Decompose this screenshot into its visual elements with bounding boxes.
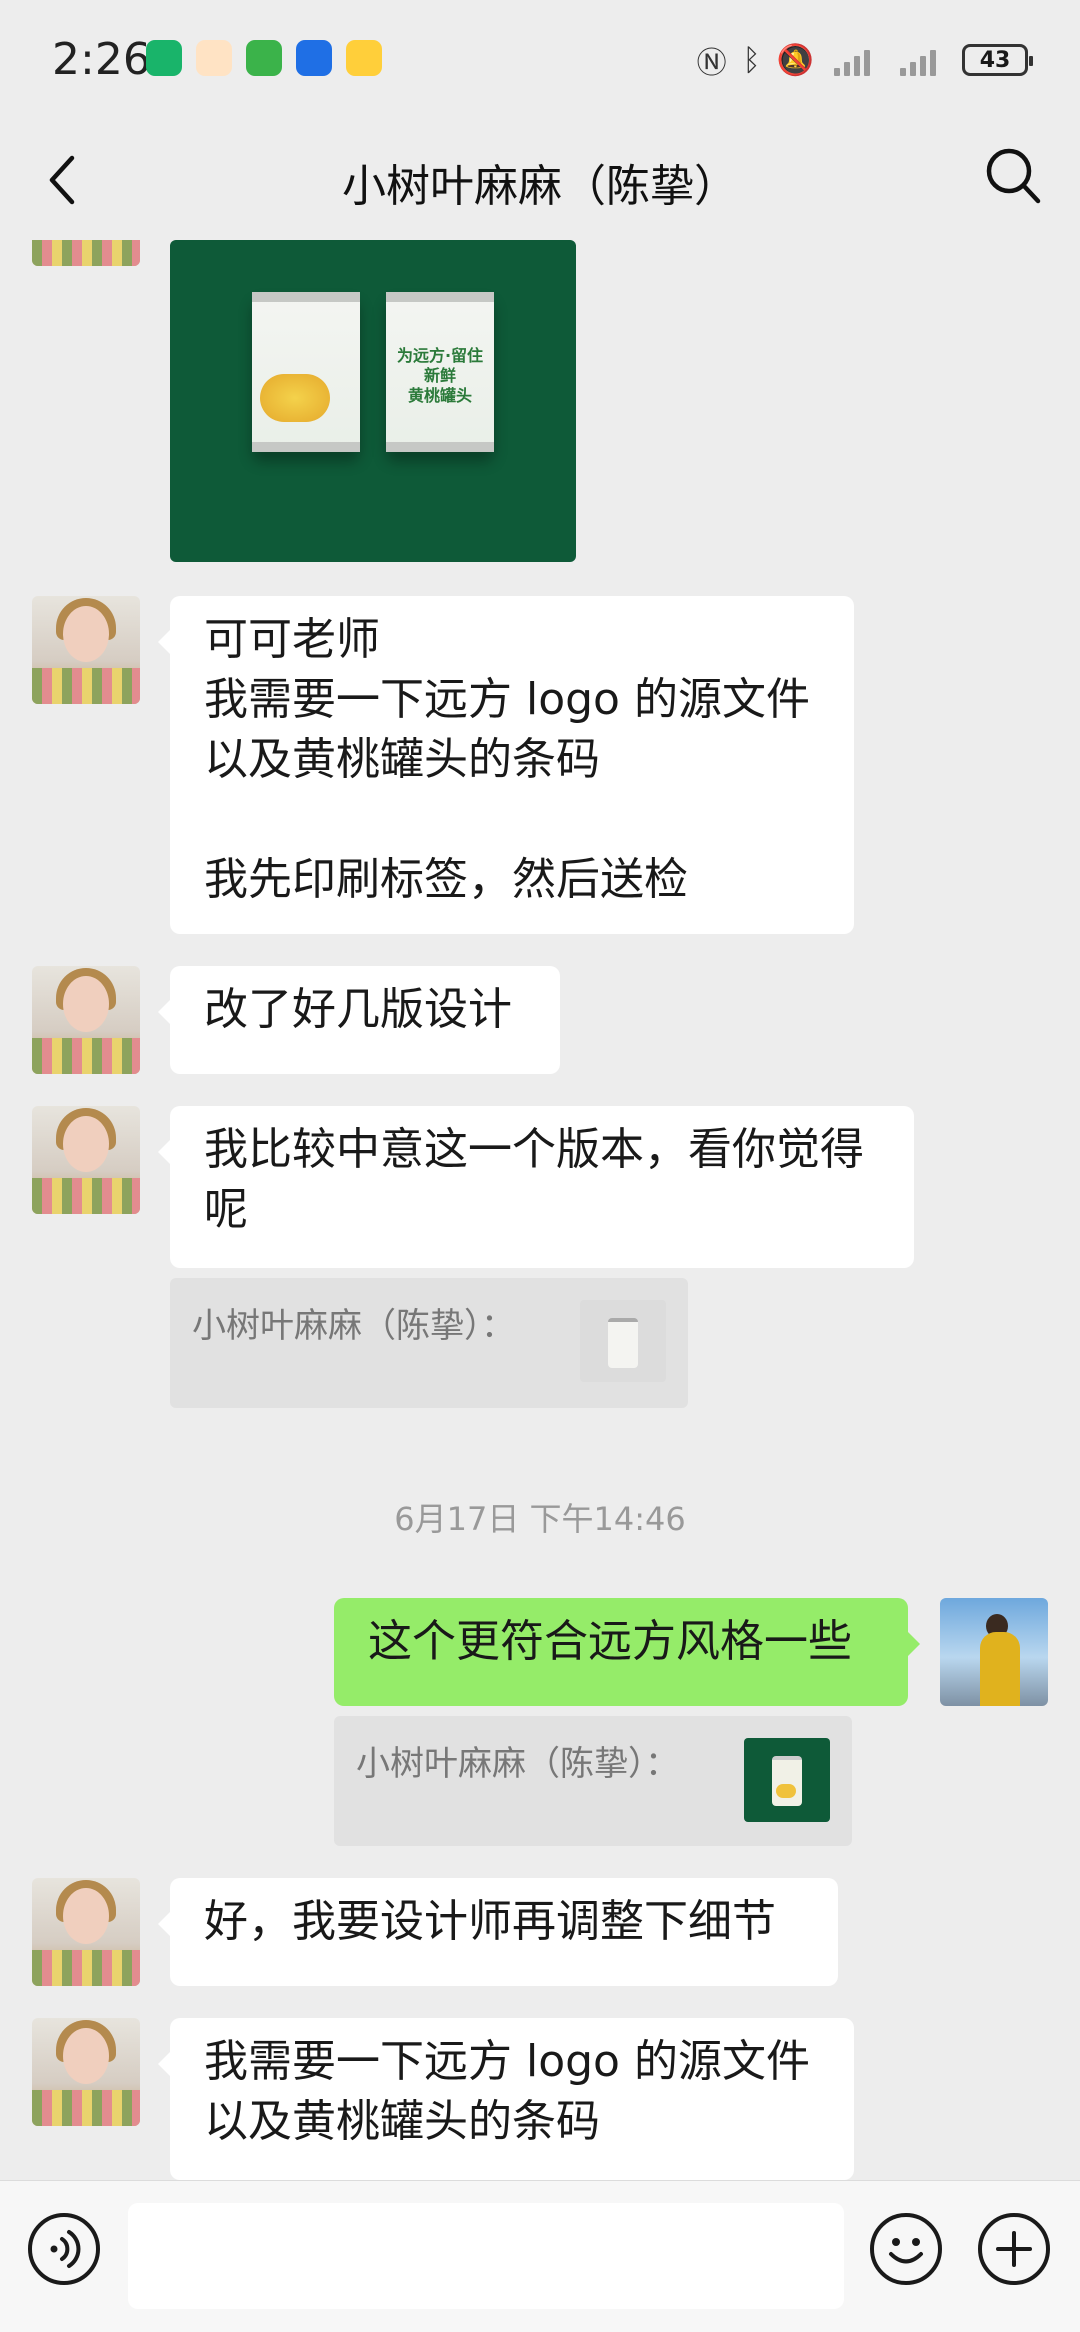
signal-icon bbox=[830, 42, 880, 78]
voice-icon bbox=[50, 2230, 81, 2268]
avatar[interactable] bbox=[32, 1106, 140, 1214]
mute-bell-icon: 🔕 bbox=[776, 42, 814, 78]
notification-icons bbox=[146, 40, 382, 76]
image-message[interactable]: 为远方·留住新鲜 黄桃罐头 bbox=[170, 240, 576, 562]
quoted-message[interactable]: 小树叶麻麻（陈挚）： bbox=[334, 1716, 852, 1846]
quoted-message[interactable]: 小树叶麻麻（陈挚）： bbox=[170, 1278, 688, 1408]
system-icons: Ⓝ ᛒ 🔕 43 bbox=[696, 38, 1033, 82]
avatar[interactable] bbox=[32, 596, 140, 704]
duck-app-icon bbox=[346, 40, 382, 76]
message-bubble[interactable]: 好，我要设计师再调整下细节 bbox=[158, 1878, 838, 1986]
avatar[interactable] bbox=[32, 2018, 140, 2126]
plus-icon bbox=[996, 2231, 1032, 2267]
avatar[interactable] bbox=[32, 966, 140, 1074]
avatar[interactable] bbox=[32, 1878, 140, 1986]
more-button[interactable] bbox=[978, 2213, 1050, 2285]
green-leaf-app-icon bbox=[146, 40, 182, 76]
message-bubble[interactable]: 可可老师 我需要一下远方 logo 的源文件 以及黄桃罐头的条码 我先印刷标签，… bbox=[158, 596, 854, 934]
message-bubble[interactable]: 我需要一下远方 logo 的源文件 以及黄桃罐头的条码 bbox=[158, 2018, 854, 2180]
quote-thumbnail bbox=[580, 1300, 666, 1382]
cartoon-app-icon bbox=[196, 40, 232, 76]
bluetooth-icon: ᛒ bbox=[742, 42, 761, 78]
can-image-left bbox=[252, 292, 360, 452]
my-avatar[interactable] bbox=[940, 1598, 1048, 1706]
can-image-right: 为远方·留住新鲜 黄桃罐头 bbox=[386, 292, 494, 452]
emoji-icon bbox=[889, 2238, 923, 2264]
nfc-icon: Ⓝ bbox=[696, 46, 727, 81]
message-bubble[interactable]: 改了好几版设计 bbox=[158, 966, 560, 1074]
status-time: 2:26 bbox=[52, 34, 151, 85]
emoji-button[interactable] bbox=[870, 2213, 942, 2285]
voice-button[interactable] bbox=[28, 2213, 100, 2285]
quote-text: 小树叶麻麻（陈挚）： bbox=[192, 1306, 515, 1346]
message-input[interactable] bbox=[128, 2203, 844, 2309]
timestamp: 6月17日 下午14:46 bbox=[394, 1500, 686, 1538]
green-shop-app-icon bbox=[246, 40, 282, 76]
plane-app-icon bbox=[296, 40, 332, 76]
signal-icon-2 bbox=[896, 42, 946, 78]
chat-title: 小树叶麻麻（陈挚） bbox=[342, 161, 738, 212]
status-bar: 2:26 Ⓝ ᛒ 🔕 43 bbox=[0, 0, 1080, 120]
chat-header: 小树叶麻麻（陈挚） bbox=[0, 120, 1080, 238]
battery-icon: 43 bbox=[962, 44, 1033, 76]
can-label-text: 为远方·留住新鲜 黄桃罐头 bbox=[396, 346, 484, 405]
my-message-bubble[interactable]: 这个更符合远方风格一些 bbox=[334, 1598, 920, 1706]
quote-text: 小树叶麻麻（陈挚）： bbox=[356, 1744, 679, 1784]
message-bubble[interactable]: 我比较中意这一个版本，看你觉得 呢 bbox=[158, 1106, 914, 1268]
quote-thumbnail bbox=[744, 1738, 830, 1822]
input-bar bbox=[0, 2180, 1080, 2332]
search-icon[interactable] bbox=[982, 144, 1044, 208]
